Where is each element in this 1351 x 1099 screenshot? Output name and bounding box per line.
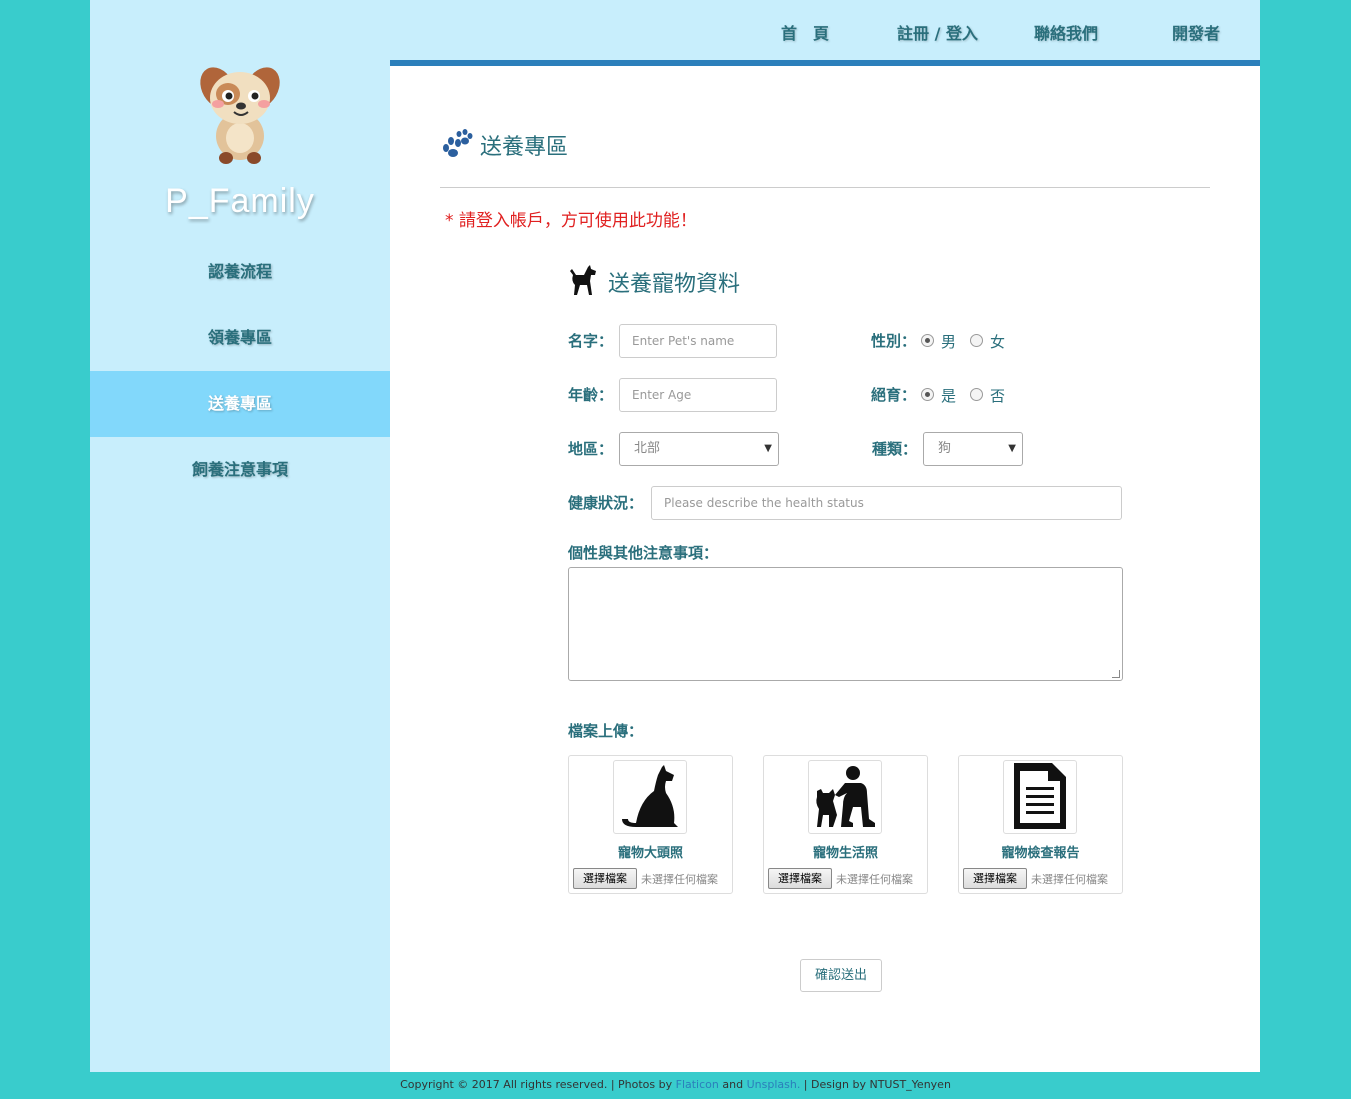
gender-label: 性別：: [871, 332, 917, 350]
name-label: 名字：: [568, 332, 614, 350]
choose-file-button[interactable]: 選擇檔案: [963, 868, 1027, 889]
nav-register-login[interactable]: 註冊 / 登入: [897, 20, 978, 44]
dog-silhouette-icon: [568, 265, 598, 297]
document-icon: [1003, 760, 1077, 834]
dog-logo-icon[interactable]: [188, 58, 292, 166]
gender-male-radio[interactable]: [921, 334, 934, 347]
flaticon-link[interactable]: Flaticon: [676, 1078, 719, 1091]
gender-female-radio[interactable]: [970, 334, 983, 347]
footer-prefix: Copyright © 2017 All rights reserved. | …: [400, 1078, 676, 1091]
region-label: 地區：: [568, 440, 614, 458]
footer-suffix: | Design by NTUST_Yenyen: [800, 1078, 951, 1091]
neuter-no-radio[interactable]: [970, 388, 983, 401]
type-label: 種類：: [872, 440, 918, 458]
side-nav-adopt[interactable]: 領養專區: [90, 305, 390, 371]
file-status: 未選擇任何檔案: [641, 873, 718, 886]
neuter-yes-radio[interactable]: [921, 388, 934, 401]
neuter-no-label: 否: [990, 387, 1006, 405]
side-nav-adoption-process[interactable]: 認養流程: [90, 239, 390, 305]
footer: Copyright © 2017 All rights reserved. | …: [0, 1078, 1351, 1091]
upload-card-life-photo: 寵物生活照 選擇檔案 未選擇任何檔案: [763, 755, 928, 894]
title-divider: [440, 187, 1210, 188]
unsplash-link[interactable]: Unsplash.: [747, 1078, 801, 1091]
chevron-down-icon: ▼: [1008, 443, 1016, 454]
type-select[interactable]: 狗 ▼: [923, 432, 1023, 466]
page-title: 送養專區: [480, 135, 569, 160]
pet-name-input[interactable]: Enter Pet's name: [619, 324, 777, 358]
nav-contact[interactable]: 聯絡我們: [1034, 20, 1098, 44]
neuter-yes-label: 是: [941, 387, 957, 405]
upload-card-headshot: 寵物大頭照 選擇檔案 未選擇任何檔案: [568, 755, 733, 894]
brand-name: P_Family: [165, 182, 315, 220]
main-content: 送養專區 * 請登入帳戶，方可使用此功能！ 送養寵物資料 名字： Enter P…: [390, 66, 1260, 1072]
upload-caption: 寵物檢查報告: [1001, 846, 1080, 861]
personality-textarea[interactable]: [568, 567, 1123, 681]
side-nav: 認養流程 領養專區 送養專區 飼養注意事項: [90, 239, 390, 503]
upload-label: 檔案上傳：: [568, 722, 644, 740]
upload-card-report: 寵物檢查報告 選擇檔案 未選擇任何檔案: [958, 755, 1123, 894]
age-input[interactable]: Enter Age: [619, 378, 777, 412]
submit-button[interactable]: 確認送出: [800, 959, 882, 992]
upload-caption: 寵物生活照: [812, 846, 878, 861]
upload-caption: 寵物大頭照: [617, 846, 683, 861]
gender-female-label: 女: [990, 333, 1006, 351]
resize-handle[interactable]: [1112, 670, 1120, 678]
choose-file-button[interactable]: 選擇檔案: [573, 868, 637, 889]
form-title: 送養寵物資料: [608, 272, 741, 297]
age-label: 年齡：: [568, 386, 614, 404]
nav-developer[interactable]: 開發者: [1172, 20, 1220, 44]
gender-male-label: 男: [941, 333, 957, 351]
file-status: 未選擇任何檔案: [836, 873, 913, 886]
side-nav-rehome[interactable]: 送養專區: [90, 371, 390, 437]
side-nav-care-notes[interactable]: 飼養注意事項: [90, 437, 390, 503]
person-with-dog-icon: [808, 760, 882, 834]
health-input[interactable]: Please describe the health status: [651, 486, 1122, 520]
nav-home[interactable]: 首 頁: [781, 20, 829, 44]
neuter-label: 絕育：: [871, 386, 917, 404]
login-warning: * 請登入帳戶，方可使用此功能！: [445, 211, 697, 231]
choose-file-button[interactable]: 選擇檔案: [768, 868, 832, 889]
type-select-value: 狗: [938, 441, 952, 456]
health-label: 健康狀況：: [568, 494, 644, 512]
region-select-value: 北部: [634, 441, 661, 456]
dog-sitting-icon: [613, 760, 687, 834]
top-navbar: 首 頁 註冊 / 登入 聯絡我們 開發者: [390, 0, 1260, 66]
chevron-down-icon: ▼: [764, 443, 772, 454]
paw-icon: [439, 128, 473, 160]
sidebar: P_Family 認養流程 領養專區 送養專區 飼養注意事項: [90, 0, 390, 1072]
region-select[interactable]: 北部 ▼: [619, 432, 779, 466]
footer-and: and: [718, 1078, 747, 1091]
personality-label: 個性與其他注意事項：: [568, 544, 719, 562]
file-status: 未選擇任何檔案: [1031, 873, 1108, 886]
